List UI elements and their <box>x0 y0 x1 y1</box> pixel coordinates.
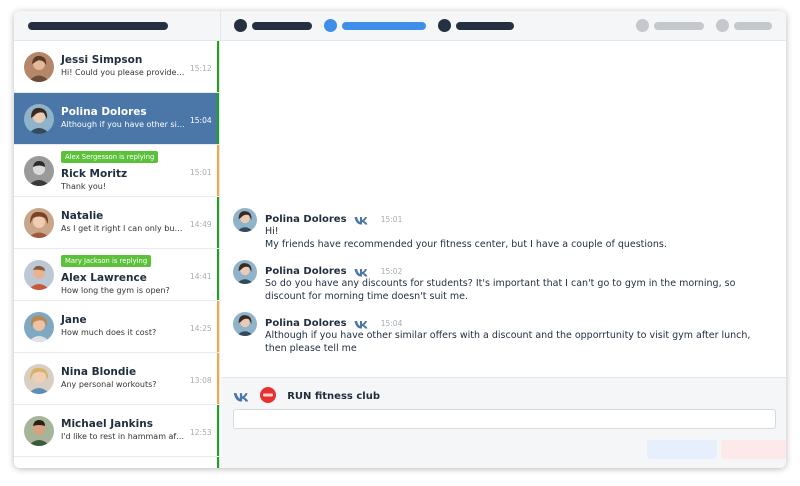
status-stripe <box>217 457 219 468</box>
filter-tab-2[interactable] <box>342 22 426 30</box>
avatar-jane <box>24 312 54 342</box>
chat-name: Natalie <box>61 210 104 222</box>
message-header: Polina Dolores 15:02 <box>265 261 403 277</box>
filter-tab-3[interactable] <box>456 22 514 30</box>
club-header: RUN fitness club <box>233 386 380 403</box>
app-title-placeholder <box>28 22 168 30</box>
chat-item-rick-moritz[interactable]: Alex Sergesson is replying Rick Moritz T… <box>14 145 219 197</box>
chat-name: Nina Blondie <box>61 366 137 378</box>
chat-name: Rick Moritz <box>61 168 128 180</box>
close-chat-button[interactable] <box>721 440 786 459</box>
chat-preview: Hi! Could you please provide some inform… <box>61 68 186 77</box>
filter-dot-2[interactable] <box>324 19 337 32</box>
chat-name: Jane <box>61 314 87 326</box>
message-text: So do you have any discounts for student… <box>265 278 736 302</box>
chat-time: 15:12 <box>190 64 212 73</box>
action-1[interactable] <box>654 22 704 30</box>
message-input[interactable] <box>233 409 776 429</box>
message-1: Polina Dolores 15:01 Hi! My friends have… <box>233 208 773 252</box>
status-stripe <box>217 41 219 92</box>
top-bar <box>14 11 786 41</box>
chat-item-nina-blondie[interactable]: Nina Blondie Any personal workouts? 13:0… <box>14 353 219 405</box>
chat-time: 15:04 <box>190 116 212 125</box>
message-text: Although if you have other similar offer… <box>265 330 751 354</box>
chat-name: Alex Lawrence <box>61 272 147 284</box>
message-author: Polina Dolores <box>265 214 347 225</box>
chat-item-alex-lawrence[interactable]: Mary Jackson is replying Alex Lawrence H… <box>14 249 219 301</box>
message-header: Polina Dolores 15:01 <box>265 209 403 225</box>
message-time: 15:04 <box>380 319 403 328</box>
status-stripe <box>217 249 219 300</box>
chat-time: 14:49 <box>190 220 212 229</box>
chat-preview: Although if you have other similar offer… <box>61 120 186 129</box>
chat-name: Polina Dolores <box>61 106 147 118</box>
avatar-jessi <box>24 52 54 82</box>
status-stripe <box>217 301 219 352</box>
replying-badge: Alex Sergesson is replying <box>61 151 159 163</box>
status-stripe <box>217 353 219 404</box>
chat-list: Jessi Simpson Hi! Could you please provi… <box>14 41 220 468</box>
chat-time: 14:41 <box>190 272 212 281</box>
vk-icon <box>233 387 249 406</box>
chat-item-michael-jankins[interactable]: Michael Jankins I'd like to rest in hamm… <box>14 405 219 457</box>
chat-time: 12:53 <box>190 428 212 437</box>
avatar-michael <box>24 416 54 446</box>
action-2[interactable] <box>734 22 772 30</box>
action-dot-1[interactable] <box>636 19 649 32</box>
avatar-polina <box>24 104 54 134</box>
club-name: RUN fitness club <box>287 391 380 402</box>
chat-preview: Any personal workouts? <box>61 380 157 389</box>
chat-preview: Thank you! <box>61 182 107 191</box>
chat-preview: As I get it right I can only buy one... <box>61 224 186 233</box>
chat-preview: How much does it cost? <box>61 328 157 337</box>
status-stripe <box>217 197 219 248</box>
chat-preview: I'd like to rest in hammam after workout <box>61 432 186 441</box>
avatar-rick <box>24 156 54 186</box>
message-text: Hi! My friends have recommended your fit… <box>265 226 667 250</box>
composer: RUN fitness club <box>221 377 786 468</box>
chat-item-polina-dolores[interactable]: Polina Dolores Although if you have othe… <box>14 93 219 145</box>
message-header: Polina Dolores 15:04 <box>265 313 403 329</box>
message-time: 15:01 <box>380 215 403 224</box>
chat-item-natalie[interactable]: Natalie As I get it right I can only buy… <box>14 197 219 249</box>
message-author: Polina Dolores <box>265 318 347 329</box>
status-stripe <box>217 93 219 144</box>
chat-name: Jessi Simpson <box>61 54 143 66</box>
avatar-polina <box>233 312 257 336</box>
send-button[interactable] <box>647 440 717 459</box>
messenger-window: Jessi Simpson Hi! Could you please provi… <box>14 11 786 468</box>
filter-dot-3[interactable] <box>438 19 451 32</box>
message-3: Polina Dolores 15:04 Although if you hav… <box>233 312 773 358</box>
chat-time: 13:08 <box>190 376 212 385</box>
filter-dot-1[interactable] <box>234 19 247 32</box>
chat-item-jane[interactable]: Jane How much does it cost? 14:25 <box>14 301 219 353</box>
message-author: Polina Dolores <box>265 266 347 277</box>
status-stripe <box>217 405 219 456</box>
top-bar-divider <box>220 11 221 41</box>
chat-time: 15:01 <box>190 168 212 177</box>
action-dot-2[interactable] <box>716 19 729 32</box>
message-2: Polina Dolores 15:02 So do you have any … <box>233 260 773 306</box>
avatar-polina <box>233 260 257 284</box>
avatar-alex <box>24 260 54 290</box>
filter-tab-1[interactable] <box>252 22 312 30</box>
avatar-polina <box>233 208 257 232</box>
message-time: 15:02 <box>380 267 403 276</box>
avatar-nina <box>24 364 54 394</box>
chat-time: 14:25 <box>190 324 212 333</box>
chat-preview: How long the gym is open? <box>61 286 170 295</box>
avatar-natalie <box>24 208 54 238</box>
status-stripe <box>217 145 219 196</box>
chat-item-partial[interactable] <box>14 457 219 468</box>
chat-name: Michael Jankins <box>61 418 153 430</box>
chat-item-jessi-simpson[interactable]: Jessi Simpson Hi! Could you please provi… <box>14 41 219 93</box>
replying-badge: Mary Jackson is replying <box>61 255 152 267</box>
run-logo-icon <box>260 386 277 407</box>
